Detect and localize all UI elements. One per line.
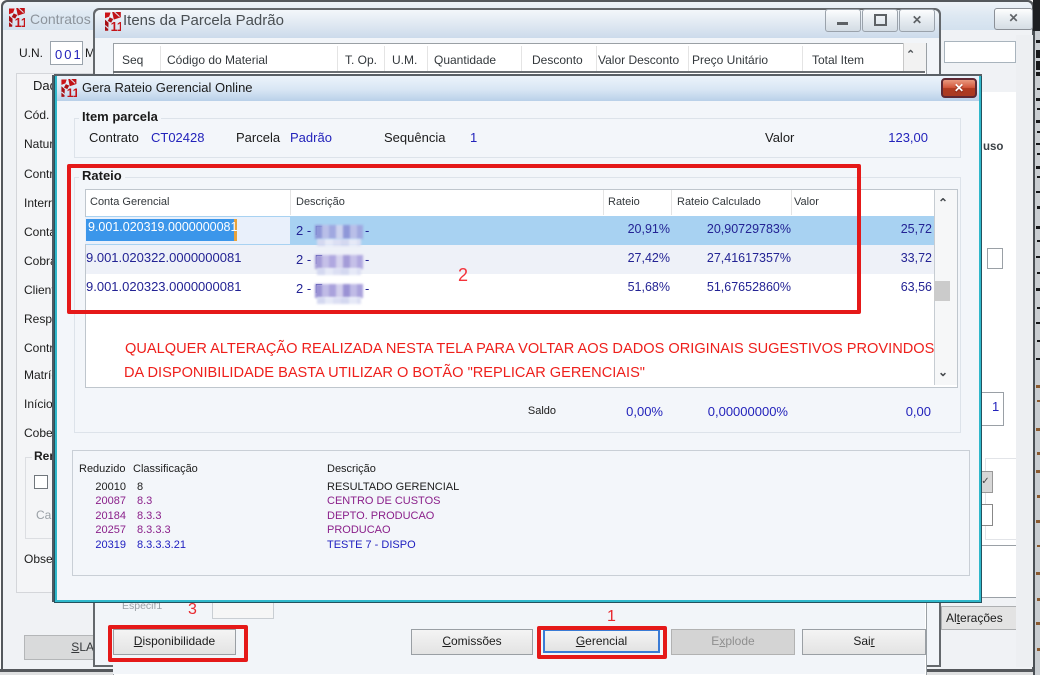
svg-text:11: 11 (111, 20, 121, 32)
svg-text:11: 11 (15, 16, 25, 28)
svg-text:11: 11 (67, 86, 77, 98)
